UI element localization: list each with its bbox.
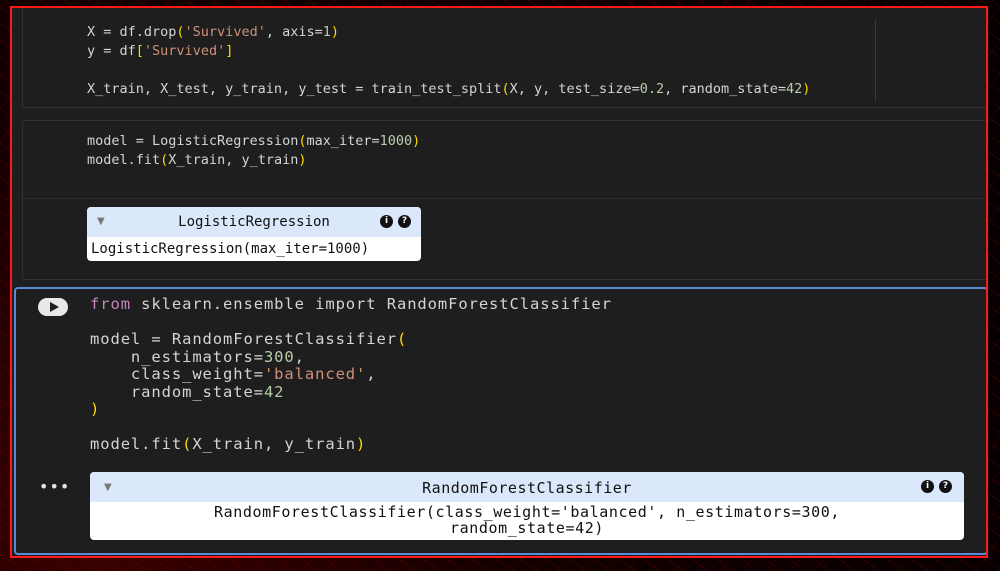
info-icon[interactable]: i — [921, 480, 934, 493]
code-cell-data-split[interactable]: X = df.drop('Survived', axis=1) y = df['… — [22, 8, 986, 108]
code-cell-random-forest[interactable]: from sklearn.ensemble import RandomFores… — [14, 287, 986, 555]
code-line: model.fit(X_train, y_train) — [87, 152, 307, 168]
estimator-name: RandomForestClassifier — [422, 479, 632, 497]
output-divider — [23, 198, 986, 199]
code-cell-logistic-regression[interactable]: model = LogisticRegression(max_iter=1000… — [22, 120, 986, 280]
code-line: model = RandomForestClassifier( — [90, 330, 408, 348]
code-line: y = df['Survived'] — [87, 43, 234, 59]
code-block[interactable]: X = df.drop('Survived', axis=1) y = df['… — [87, 23, 810, 99]
ruler-line — [875, 20, 876, 102]
code-block[interactable]: from sklearn.ensemble import RandomFores… — [90, 295, 612, 454]
code-line: random_state=42 — [90, 382, 285, 401]
estimator-name: LogisticRegression — [178, 214, 330, 230]
estimator-repr-line: random_state=42) — [449, 519, 605, 537]
code-line: n_estimators=300, — [90, 347, 305, 366]
code-line: class_weight='balanced', — [90, 365, 377, 383]
estimator-repr: RandomForestClassifier(class_weight='bal… — [94, 504, 960, 536]
help-icon[interactable]: ? — [939, 480, 952, 493]
estimator-repr: LogisticRegression(max_iter=1000) — [91, 241, 370, 257]
info-icon[interactable]: i — [380, 215, 393, 228]
output-menu-button[interactable]: ••• — [39, 477, 70, 496]
estimator-repr-line: RandomForestClassifier(class_weight='bal… — [214, 503, 840, 521]
code-line: ) — [90, 400, 101, 418]
notebook-frame: X = df.drop('Survived', axis=1) y = df['… — [10, 6, 988, 558]
run-cell-button[interactable] — [38, 298, 68, 316]
estimator-header[interactable]: ▼ LogisticRegression i ? — [87, 207, 421, 237]
code-block[interactable]: model = LogisticRegression(max_iter=1000… — [87, 132, 420, 170]
code-line: model.fit(X_train, y_train) — [90, 435, 367, 453]
code-line: model = LogisticRegression(max_iter=1000… — [87, 133, 421, 149]
code-line: from sklearn.ensemble import RandomFores… — [90, 295, 612, 313]
code-line: X_train, X_test, y_train, y_test = train… — [87, 81, 811, 97]
estimator-output-box[interactable]: ▼ LogisticRegression i ? LogisticRegress… — [87, 207, 421, 261]
help-icon[interactable]: ? — [398, 215, 411, 228]
code-line: X = df.drop('Survived', axis=1) — [87, 24, 340, 40]
estimator-header[interactable]: ▼ RandomForestClassifier i ? — [90, 472, 964, 502]
estimator-output-box[interactable]: ▼ RandomForestClassifier i ? RandomFores… — [90, 472, 964, 540]
